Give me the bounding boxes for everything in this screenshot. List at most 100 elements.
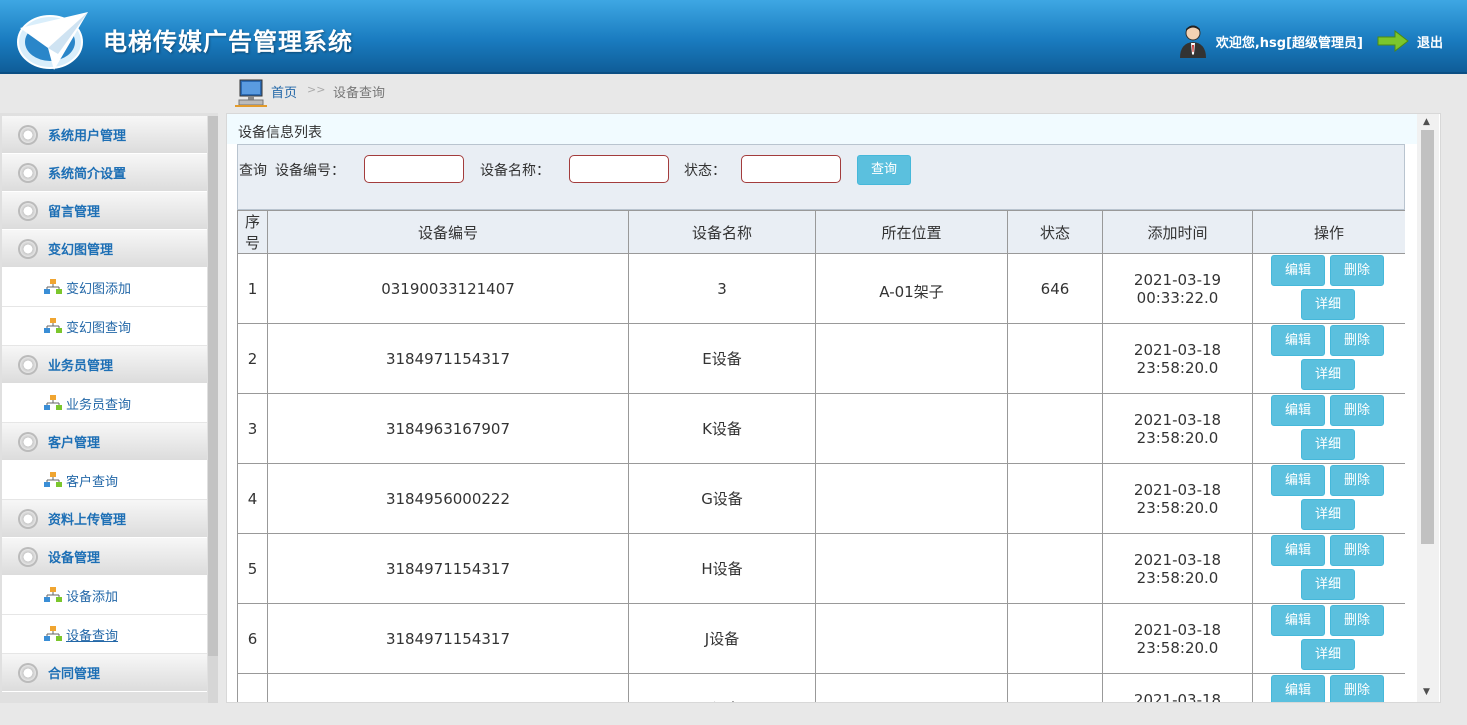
sidebar-item-label: 设备查询 (66, 628, 119, 644)
green-arrow-icon[interactable] (1377, 30, 1409, 52)
added-clock: 23:58:20.0 (1136, 358, 1219, 377)
edit-button[interactable]: 编辑 (1271, 255, 1325, 286)
cell-device-code: 3184916580411 (267, 673, 629, 702)
search-button[interactable]: 查询 (857, 155, 911, 185)
cell-operations: 编辑删除详细 (1252, 253, 1405, 324)
cell-operations: 编辑删除详细 (1252, 323, 1405, 394)
header-operations: 操作 (1252, 210, 1405, 254)
main-scrollbar[interactable]: ▲ ▼ (1417, 114, 1439, 702)
added-date: 2021-03-18 (1133, 690, 1222, 703)
added-clock: 23:58:20.0 (1136, 568, 1219, 587)
detail-button[interactable]: 详细 (1301, 499, 1355, 530)
edit-button[interactable]: 编辑 (1271, 675, 1325, 702)
gear-icon (18, 124, 38, 145)
app-header: 电梯传媒广告管理系统 欢迎您,hsg[超级管理员] 退出 (0, 0, 1467, 74)
cell-device-code: 3184971154317 (267, 323, 629, 394)
sidebar-group[interactable]: 变幻图管理 (2, 230, 207, 268)
cell-location (815, 603, 1008, 674)
gear-icon (18, 238, 38, 259)
sidebar-group[interactable]: 合同管理 (2, 654, 207, 692)
scroll-down-arrow-icon[interactable]: ▼ (1423, 687, 1430, 697)
sidebar-item-label: 变幻图查询 (66, 320, 132, 336)
detail-button[interactable]: 详细 (1301, 569, 1355, 600)
detail-button[interactable]: 详细 (1301, 289, 1355, 320)
edit-button[interactable]: 编辑 (1271, 535, 1325, 566)
device-code-input[interactable] (364, 155, 464, 183)
cell-operations: 编辑删除详细 (1252, 463, 1405, 534)
operation-group: 编辑删除详细 (1253, 324, 1405, 393)
cell-index: 6 (237, 603, 268, 674)
added-clock: 23:58:20.0 (1136, 498, 1219, 517)
search-bar: 查询 设备编号： 设备名称： 状态： 查询 (237, 144, 1405, 210)
sidebar-group[interactable]: 资料上传管理 (2, 500, 207, 538)
header-added-time: 添加时间 (1102, 210, 1253, 254)
sidebar-group[interactable]: 业务员管理 (2, 346, 207, 384)
operation-group: 编辑删除详细 (1253, 604, 1405, 673)
sidebar-item[interactable]: 设备添加 (2, 576, 207, 615)
device-name-input[interactable] (569, 155, 669, 183)
cell-location (815, 533, 1008, 604)
sidebar-group[interactable]: 系统用户管理 (2, 116, 207, 154)
delete-button[interactable]: 删除 (1330, 535, 1384, 566)
table-row: 3 3184963167907 K设备 2021-03-18 23:58:20.0 编辑删… (237, 393, 1405, 464)
device-name-label: 设备名称： (480, 163, 550, 179)
gear-icon (18, 431, 38, 452)
delete-button[interactable]: 删除 (1330, 395, 1384, 426)
cell-device-name: B设备 (628, 673, 816, 702)
breadcrumb: 首页 >> 设备查询 (0, 76, 1467, 110)
edit-button[interactable]: 编辑 (1271, 395, 1325, 426)
sidebar-group[interactable]: 客户管理 (2, 423, 207, 461)
sidebar-group-label: 变幻图管理 (48, 243, 114, 258)
gear-icon (18, 354, 38, 375)
computer-icon (235, 79, 267, 107)
operation-group: 编辑删除详细 (1253, 464, 1405, 533)
sitemap-icon (44, 395, 62, 410)
sidebar-item-label: 客户查询 (66, 474, 119, 490)
sidebar-scrollbar-thumb[interactable] (208, 116, 218, 656)
cell-added-time: 2021-03-1823:58:20.0 (1102, 463, 1253, 534)
table-row: 73184916580411B设备2021-03-1823:58:20.0编辑删… (237, 673, 1405, 703)
sidebar-group[interactable]: 留言管理 (2, 192, 207, 230)
sidebar-item-label: 变幻图添加 (66, 281, 132, 297)
cell-index: 5 (237, 533, 268, 604)
scroll-up-arrow-icon[interactable]: ▲ (1423, 117, 1430, 127)
sidebar-item[interactable]: 变幻图添加 (2, 268, 207, 307)
cell-added-time: 2021-03-1823:58:20.0 (1102, 393, 1253, 464)
cell-added-time: 2021-03-1823:58:20.0 (1102, 673, 1253, 703)
user-area: 欢迎您,hsg[超级管理员] 退出 (1178, 24, 1443, 58)
detail-button[interactable]: 详细 (1301, 639, 1355, 670)
detail-button[interactable]: 详细 (1301, 429, 1355, 460)
sitemap-icon (44, 279, 62, 294)
edit-button[interactable]: 编辑 (1271, 605, 1325, 636)
detail-button[interactable]: 详细 (1301, 359, 1355, 390)
delete-button[interactable]: 删除 (1330, 325, 1384, 356)
sidebar-item[interactable]: 业务员查询 (2, 384, 207, 423)
sidebar-scrollbar[interactable] (208, 116, 218, 703)
delete-button[interactable]: 删除 (1330, 605, 1384, 636)
sidebar-item[interactable]: 变幻图查询 (2, 307, 207, 346)
sidebar-group[interactable]: 系统简介设置 (2, 154, 207, 192)
status-input[interactable] (741, 155, 841, 183)
sidebar-item[interactable]: 客户查询 (2, 461, 207, 500)
app-title: 电梯传媒广告管理系统 (103, 28, 353, 56)
cell-added-time: 2021-03-1823:58:20.0 (1102, 323, 1253, 394)
sidebar-item[interactable]: 设备查询 (2, 615, 207, 654)
sitemap-icon (44, 587, 62, 602)
delete-button[interactable]: 删除 (1330, 675, 1384, 702)
device-code-label: 设备编号： (275, 163, 345, 179)
delete-button[interactable]: 删除 (1330, 255, 1384, 286)
gear-icon (18, 546, 38, 567)
cell-location (815, 463, 1008, 534)
logout-link[interactable]: 退出 (1417, 32, 1443, 51)
main-scrollbar-thumb[interactable] (1421, 130, 1434, 544)
sidebar-group-label: 资料上传管理 (48, 513, 127, 528)
sitemap-icon (44, 472, 62, 487)
delete-button[interactable]: 删除 (1330, 465, 1384, 496)
sidebar-group[interactable]: 设备管理 (2, 538, 207, 576)
cell-device-code: 3184971154317 (267, 533, 629, 604)
gear-icon (18, 200, 38, 221)
edit-button[interactable]: 编辑 (1271, 465, 1325, 496)
edit-button[interactable]: 编辑 (1271, 325, 1325, 356)
breadcrumb-home[interactable]: 首页 (271, 82, 297, 101)
query-label: 查询 (239, 163, 267, 179)
